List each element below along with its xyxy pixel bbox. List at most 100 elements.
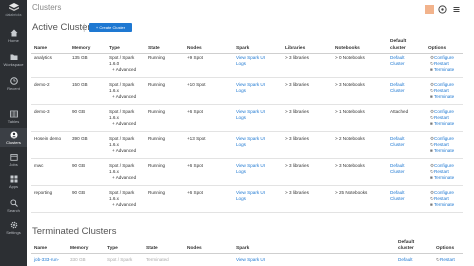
spark-logs-link[interactable]: Logs [236, 88, 246, 94]
spark-logs-link[interactable]: Logs [236, 61, 246, 67]
terminate-option[interactable]: ■Terminate [430, 67, 454, 73]
advanced-toggle[interactable]: + Advanced [112, 121, 136, 127]
notebooks-toggle[interactable]: > 0 Notebooks [335, 55, 365, 61]
sidebar-item-label: Apps [8, 183, 19, 189]
sidebar-item-search[interactable]: Search [0, 196, 27, 215]
sidebar-item-home[interactable]: Home [0, 26, 27, 45]
term-col-header-state[interactable]: State [146, 246, 158, 252]
row-divider [31, 77, 463, 78]
col-header-name[interactable]: Name [34, 46, 47, 52]
term-col-header-memory[interactable]: Memory [70, 246, 88, 252]
col-header-spark: Spark [236, 46, 250, 51]
cluster-name: demo-3 [34, 109, 50, 114]
terminate-option[interactable]: ■Terminate [430, 202, 454, 208]
col-header-nodes[interactable]: Nodes [187, 46, 202, 52]
libraries-toggle[interactable]: > 3 libraries [285, 190, 309, 196]
restart-option-label: Restart [434, 142, 449, 147]
terminate-option[interactable]: ■Terminate [430, 175, 454, 181]
terminate-option[interactable]: ■Terminate [430, 94, 454, 100]
configure-option-label: Configure [434, 136, 454, 141]
term-header-divider [31, 253, 463, 254]
cluster-memory: 390 GB [72, 136, 88, 141]
cluster-memory: 90 GB [72, 190, 86, 195]
default-cluster-value-line2[interactable]: Cluster [390, 88, 405, 94]
term-cluster-name[interactable]: job-333-run- [34, 257, 59, 263]
term-col-header-options: Options [436, 246, 455, 251]
folder-icon [10, 54, 17, 60]
default-cluster-value: Attached [390, 109, 409, 114]
notebooks-toggle[interactable]: > 1 Notebooks [335, 109, 365, 115]
term-col-header-name[interactable]: Name [34, 246, 47, 252]
databricks-logo-icon [8, 3, 19, 11]
title-divider: | [83, 22, 86, 33]
sidebar-item-clusters[interactable]: Clusters [0, 128, 27, 147]
advanced-toggle[interactable]: + Advanced [112, 202, 136, 208]
default-cluster-value-line2[interactable]: Cluster [390, 61, 405, 67]
notebooks-toggle[interactable]: > 3 Notebooks [335, 82, 365, 88]
cluster-state: Running [148, 109, 166, 114]
advanced-toggle[interactable]: + Advanced [112, 67, 136, 73]
default-cluster-value-line2[interactable]: Cluster [390, 196, 405, 202]
sidebar-item-label: Clusters [6, 139, 21, 145]
cluster-name: demo-2 [34, 82, 50, 87]
advanced-toggle[interactable]: + Advanced [112, 175, 136, 181]
col-header-state[interactable]: State [148, 46, 160, 52]
spark-logs-link[interactable]: Logs [236, 169, 246, 175]
cluster-name: Hosein demo [34, 136, 62, 141]
terminate-option-label: Terminate [434, 94, 455, 99]
spark-logs-link[interactable]: Logs [236, 142, 246, 148]
sidebar-item-workspace[interactable]: Workspace [0, 50, 27, 69]
calendar-icon [9, 153, 18, 161]
sidebar-item-recent[interactable]: Recent [0, 74, 27, 93]
sidebar-item-apps[interactable]: Apps [0, 172, 27, 191]
term-spark-ui-link[interactable]: View Spark UI [236, 257, 265, 263]
menu-icon[interactable] [452, 5, 461, 14]
libraries-toggle[interactable]: > 3 libraries [285, 55, 309, 61]
term-default-cluster[interactable]: Default [398, 257, 413, 263]
libraries-toggle[interactable]: > 3 libraries [285, 163, 309, 169]
cluster-nodes: +13 Spot [187, 136, 206, 141]
help-icon[interactable] [438, 5, 447, 14]
terminate-option[interactable]: ■Terminate [430, 121, 454, 127]
clock-icon [9, 76, 18, 85]
spark-logs-link[interactable]: Logs [236, 115, 246, 121]
sidebar-item-tables[interactable]: Tables [0, 107, 27, 126]
advanced-toggle[interactable]: + Advanced [112, 94, 136, 100]
notebooks-toggle[interactable]: > 25 Notebooks [335, 190, 367, 196]
terminate-option-label: Terminate [434, 202, 455, 207]
term-col-header-nodes[interactable]: Nodes [187, 246, 202, 252]
sidebar-item-jobs[interactable]: Jobs [0, 150, 27, 169]
libraries-toggle[interactable]: > 3 libraries [285, 109, 309, 115]
col-header-memory[interactable]: Memory [72, 46, 90, 52]
term-col-header-default-line2: cluster [398, 246, 414, 251]
spark-logs-link[interactable]: Logs [236, 196, 246, 202]
term-restart-option[interactable]: ↻Restart [436, 257, 455, 263]
terminate-option[interactable]: ■Terminate [430, 148, 454, 154]
terminated-clusters-title: Terminated Clusters [32, 226, 117, 237]
term-col-header-type[interactable]: Type [107, 246, 118, 252]
sidebar-item-label: Home [8, 37, 19, 43]
col-header-type[interactable]: Type [109, 46, 120, 52]
sidebar-item-label: Jobs [9, 161, 18, 167]
page-title: Clusters [32, 3, 62, 12]
libraries-toggle[interactable]: > 3 libraries [285, 82, 309, 88]
term-type: Spot / Spark [107, 257, 133, 262]
apps-icon [10, 175, 17, 182]
advanced-toggle[interactable]: + Advanced [112, 148, 136, 154]
cluster-nodes: +9 Spot [187, 55, 203, 60]
avatar[interactable] [425, 5, 434, 14]
configure-option-label: Configure [434, 82, 454, 87]
configure-option-label: Configure [434, 109, 454, 114]
databricks-logo[interactable]: databricks [0, 0, 27, 22]
configure-option-label: Configure [434, 55, 454, 60]
cluster-state: Running [148, 55, 166, 60]
notebooks-toggle[interactable]: > 3 Notebooks [335, 163, 365, 169]
cluster-state: Running [148, 163, 166, 168]
libraries-toggle[interactable]: > 3 libraries [285, 136, 309, 142]
create-cluster-button[interactable]: + Create Cluster [89, 23, 132, 32]
gear-icon [10, 221, 17, 228]
default-cluster-value-line2[interactable]: Cluster [390, 169, 405, 175]
sidebar-item-settings[interactable]: Settings [0, 218, 27, 237]
notebooks-toggle[interactable]: > 2 Notebooks [335, 136, 365, 142]
default-cluster-value-line2[interactable]: Cluster [390, 142, 405, 148]
